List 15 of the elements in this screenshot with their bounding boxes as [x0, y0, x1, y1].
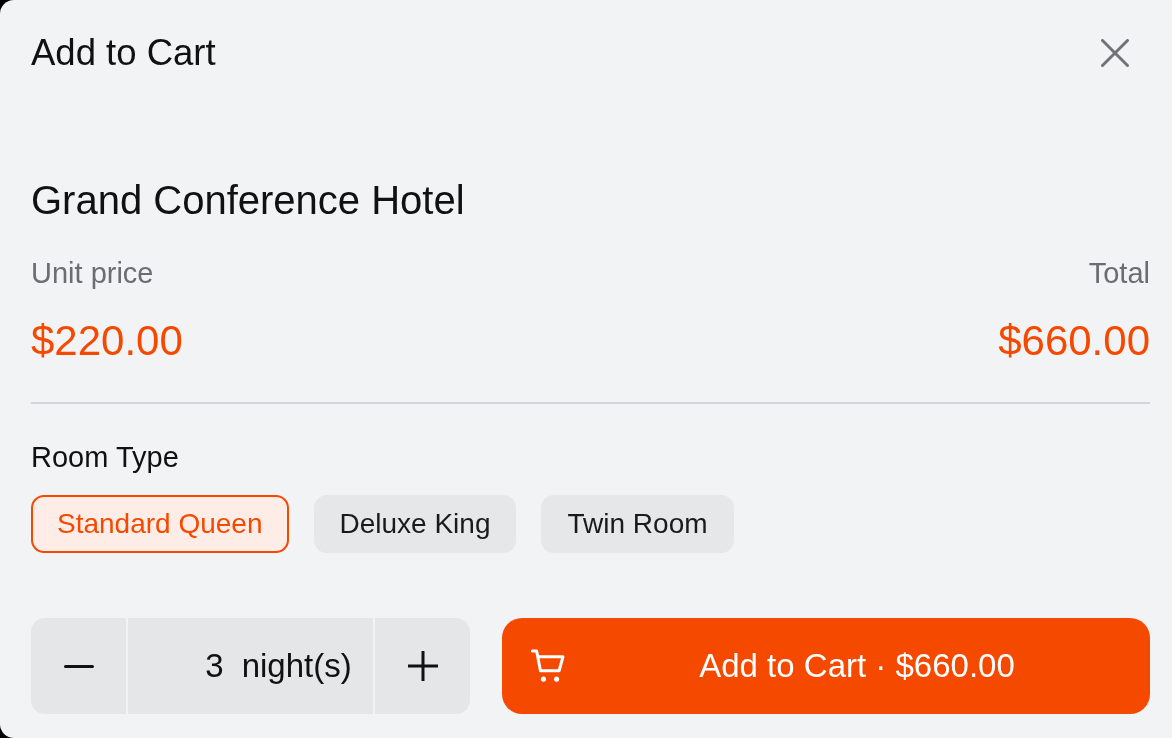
total-price: $660.00	[998, 319, 1150, 363]
dialog-title: Add to Cart	[31, 32, 216, 74]
plus-icon	[407, 651, 438, 681]
minus-icon	[63, 664, 94, 668]
close-icon	[1101, 39, 1129, 67]
unit-price-label: Unit price	[31, 258, 154, 288]
room-type-chip[interactable]: Twin Room	[541, 495, 734, 553]
total-label: Total	[1088, 258, 1150, 288]
increment-button[interactable]	[375, 618, 470, 714]
room-type-chip[interactable]: Deluxe King	[313, 495, 517, 553]
unit-price: $220.00	[31, 319, 183, 363]
quantity-field[interactable]: 3 night(s)	[128, 618, 373, 714]
room-type-label: Room Type	[31, 442, 179, 472]
add-to-cart-button[interactable]: Add to Cart · $660.00	[502, 618, 1150, 714]
hotel-name: Grand Conference Hotel	[31, 178, 465, 222]
